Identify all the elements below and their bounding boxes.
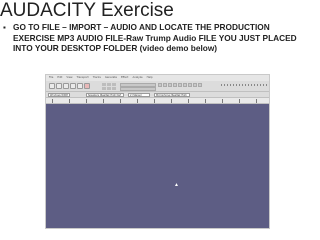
zoom-in-button[interactable] <box>193 83 197 87</box>
ruler-ticks <box>52 99 267 103</box>
undo-button[interactable] <box>183 83 187 87</box>
tools-toolbar <box>102 83 116 90</box>
bullet-text: GO TO FILE – IMPORT – AUDIO AND LOCATE T… <box>13 22 297 54</box>
stop-button[interactable] <box>63 83 69 89</box>
slide-title: AUDACITY Exercise <box>0 0 174 21</box>
meter-scale <box>221 84 267 86</box>
playback-meter[interactable] <box>120 87 156 91</box>
trim-button[interactable] <box>173 83 177 87</box>
skip-end-button[interactable] <box>77 83 83 89</box>
edit-toolbar <box>158 83 202 87</box>
skip-start-button[interactable] <box>70 83 76 89</box>
paste-button[interactable] <box>168 83 172 87</box>
envelope-tool-icon[interactable] <box>107 83 111 86</box>
copy-button[interactable] <box>163 83 167 87</box>
transport-toolbar <box>46 81 269 92</box>
bullet-square-icon: ▪ <box>3 23 6 32</box>
audio-host-select[interactable]: Windows WDM <box>48 93 70 97</box>
silence-button[interactable] <box>178 83 182 87</box>
selection-tool-icon[interactable] <box>102 83 106 86</box>
zoom-out-button[interactable] <box>198 83 202 87</box>
channels-select[interactable]: 2 (Stereo) <box>128 93 150 97</box>
play-button[interactable] <box>56 83 62 89</box>
draw-tool-icon[interactable] <box>112 83 116 86</box>
audacity-window-screenshot: File Edit View Transport Tracks Generate… <box>45 74 270 229</box>
transport-buttons <box>49 83 90 89</box>
timeshift-tool-icon[interactable] <box>107 87 111 90</box>
timeline-ruler[interactable] <box>46 98 269 104</box>
zoom-tool-icon[interactable] <box>102 87 106 90</box>
cut-button[interactable] <box>158 83 162 87</box>
output-device-select[interactable]: Speakers (Realtek High Def <box>86 93 124 97</box>
redo-button[interactable] <box>188 83 192 87</box>
input-device-select[interactable]: Microphone (Realtek High <box>154 93 190 97</box>
pause-button[interactable] <box>49 83 55 89</box>
record-button[interactable] <box>84 83 90 89</box>
arrow-cursor-icon: ▲ <box>174 182 179 188</box>
multi-tool-icon[interactable] <box>112 87 116 90</box>
